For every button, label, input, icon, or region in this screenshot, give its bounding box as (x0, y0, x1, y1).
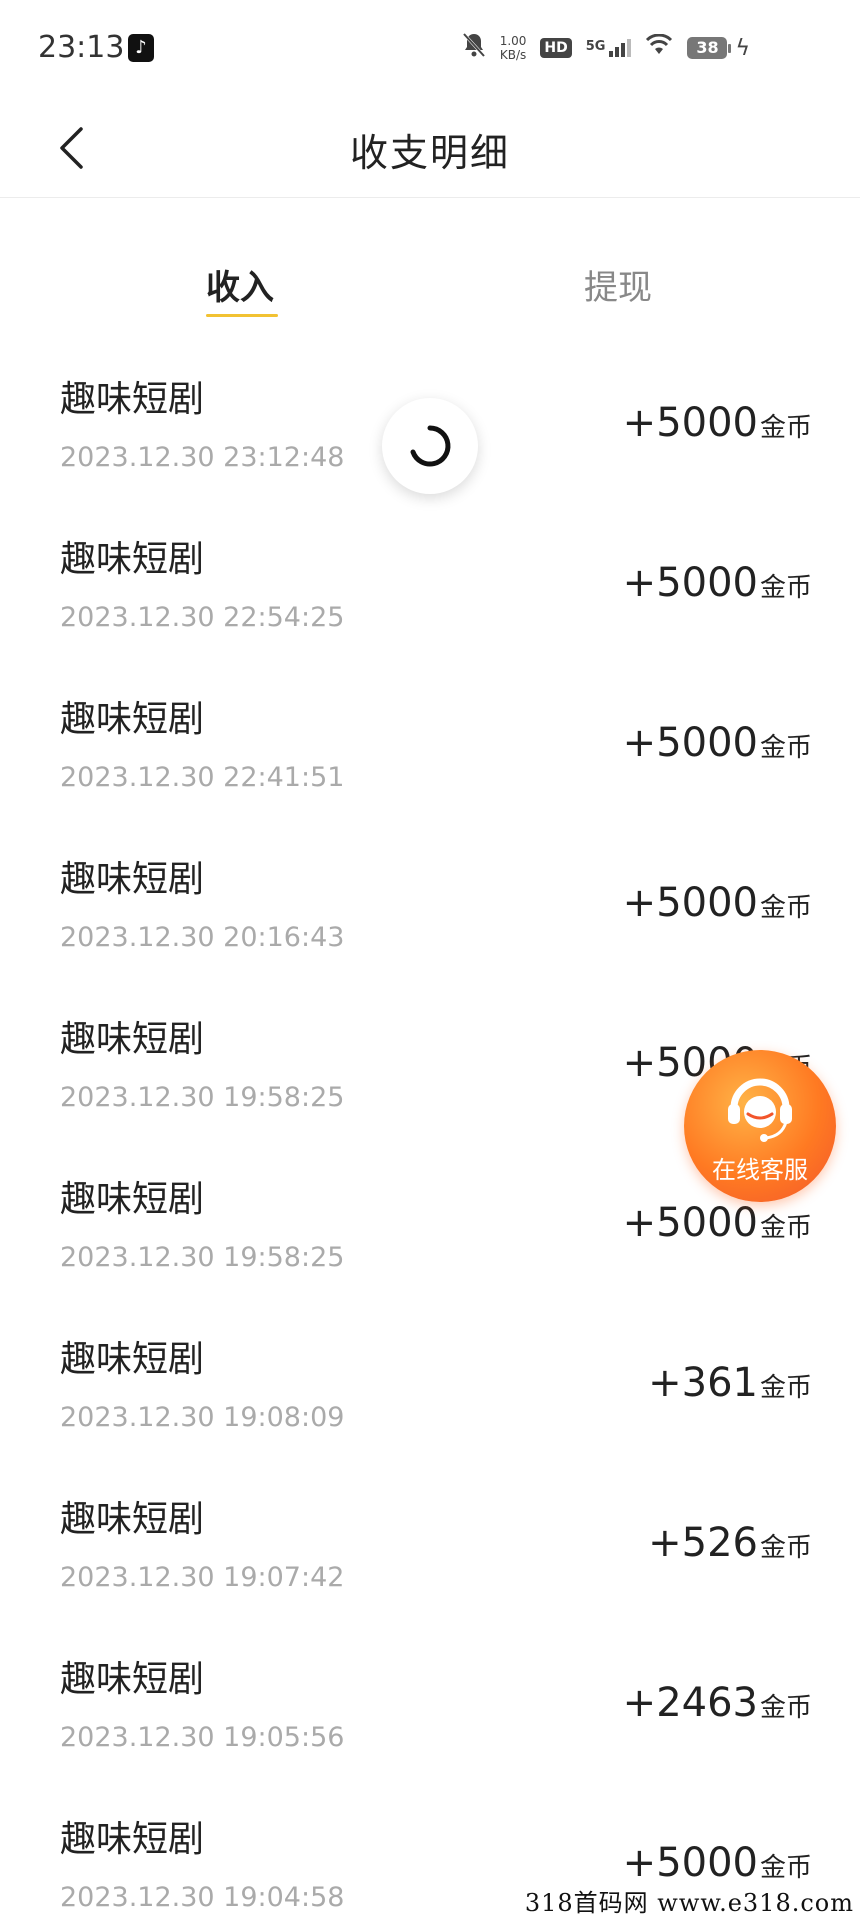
battery-level: 38 (687, 37, 728, 59)
network-type: 5G (585, 39, 606, 54)
network-speed-unit: KB/s (499, 48, 527, 62)
online-service-button[interactable]: 在线客服 (684, 1050, 836, 1202)
record-title: 趣味短剧 (60, 539, 205, 580)
amount-value: +5000 (622, 720, 758, 766)
record-amount: +5000金币 (623, 560, 812, 606)
tab-income[interactable]: 收入 (206, 260, 274, 309)
amount-unit: 金币 (759, 413, 812, 443)
status-icons: 1.00 KB/s HD 5G 38 ϟ (462, 32, 750, 64)
customer-service-headset-icon (728, 1078, 792, 1142)
record-time: 2023.12.30 19:05:56 (60, 1722, 345, 1753)
record-time: 2023.12.30 20:16:43 (60, 922, 345, 953)
amount-value: +2463 (622, 1680, 758, 1726)
amount-value: +5000 (622, 560, 758, 606)
record-amount: +2463 金币 (623, 1680, 812, 1726)
page-title: 收支明细 (349, 131, 510, 175)
amount-value: +526 (648, 1520, 758, 1566)
record-title: 趣味短剧 (60, 1819, 205, 1860)
amount-unit: 金币 (759, 733, 812, 763)
status-bar: 23:13 ♪ 1.00 KB/s HD 5G 38 ϟ (0, 0, 860, 100)
record-title: 趣味短剧 (60, 699, 205, 740)
network-speed: 1.00 KB/s (500, 34, 527, 62)
amount-unit: 金币 (759, 1693, 812, 1723)
tab-withdraw[interactable]: 提现 (584, 260, 652, 309)
hd-badge: HD (540, 38, 572, 58)
amount-unit: 金币 (759, 1533, 812, 1563)
watermark: 318首码网 www.e318.com (524, 1889, 854, 1917)
tab-bar: 收入 提现 (0, 240, 860, 320)
record-time: 2023.12.30 23:12:48 (60, 442, 345, 473)
signal-icon: 5G (586, 39, 632, 57)
record-time: 2023.12.30 19:08:09 (60, 1402, 345, 1433)
list-item[interactable]: 趣味短剧 2023.12.30 19:08:09 +361 金币 (0, 1316, 860, 1476)
loading-icon (410, 425, 451, 467)
record-amount: +526 金币 (648, 1520, 812, 1566)
record-time: 2023.12.30 22:54:25 (60, 602, 345, 633)
record-amount: +5000金币 (623, 720, 812, 766)
amount-unit: 金币 (759, 893, 812, 923)
record-title: 趣味短剧 (60, 1179, 205, 1220)
amount-value: +361 (648, 1360, 758, 1406)
record-title: 趣味短剧 (60, 1659, 205, 1700)
record-time: 2023.12.30 19:07:42 (60, 1562, 345, 1593)
record-title: 趣味短剧 (60, 379, 205, 420)
list-item[interactable]: 趣味短剧 2023.12.30 19:07:42 +526 金币 (0, 1476, 860, 1636)
record-amount: +5000金币 (623, 1200, 812, 1246)
record-title: 趣味短剧 (60, 1499, 205, 1540)
tab-active-indicator (206, 314, 278, 317)
list-item[interactable]: 趣味短剧 2023.12.30 22:41:51 +5000 金币 (0, 676, 860, 836)
record-amount: +5000金币 (623, 880, 812, 926)
charging-icon: ϟ (735, 35, 750, 61)
amount-unit: 金币 (759, 1853, 812, 1883)
record-time: 2023.12.30 19:04:58 (60, 1882, 345, 1913)
online-service-label: 在线客服 (712, 1156, 808, 1184)
amount-value: +5000 (622, 1200, 758, 1246)
amount-value: +5000 (622, 400, 758, 446)
nav-header: 收支明细 (0, 100, 860, 198)
amount-unit: 金币 (759, 1213, 812, 1243)
record-time: 2023.12.30 19:58:25 (60, 1082, 345, 1113)
amount-value: +5000 (622, 880, 758, 926)
record-title: 趣味短剧 (60, 1019, 205, 1060)
network-speed-value: 1.00 (499, 34, 527, 48)
amount-unit: 金币 (759, 1373, 812, 1403)
record-amount: +5000金币 (623, 400, 812, 446)
amount-value: +5000 (622, 1840, 758, 1886)
list-item[interactable]: 趣味短剧 2023.12.30 19:05:56 +2463 金币 (0, 1636, 860, 1796)
wifi-icon (645, 33, 673, 62)
status-time: 23:13 (38, 30, 125, 65)
battery-icon: 38 ϟ (687, 36, 750, 61)
tiktok-icon: ♪ (128, 34, 154, 62)
loading-spinner (382, 398, 478, 494)
mute-bell-icon (462, 32, 486, 64)
record-title: 趣味短剧 (60, 1339, 205, 1380)
record-title: 趣味短剧 (60, 859, 205, 900)
record-amount: +5000金币 (623, 1840, 812, 1886)
list-item[interactable]: 趣味短剧 2023.12.30 22:54:25 +5000 金币 (0, 516, 860, 676)
list-item[interactable]: 趣味短剧 2023.12.30 20:16:43 +5000 金币 (0, 836, 860, 996)
record-time: 2023.12.30 22:41:51 (60, 762, 345, 793)
record-amount: +361 金币 (648, 1360, 812, 1406)
record-time: 2023.12.30 19:58:25 (60, 1242, 345, 1273)
amount-unit: 金币 (759, 573, 812, 603)
